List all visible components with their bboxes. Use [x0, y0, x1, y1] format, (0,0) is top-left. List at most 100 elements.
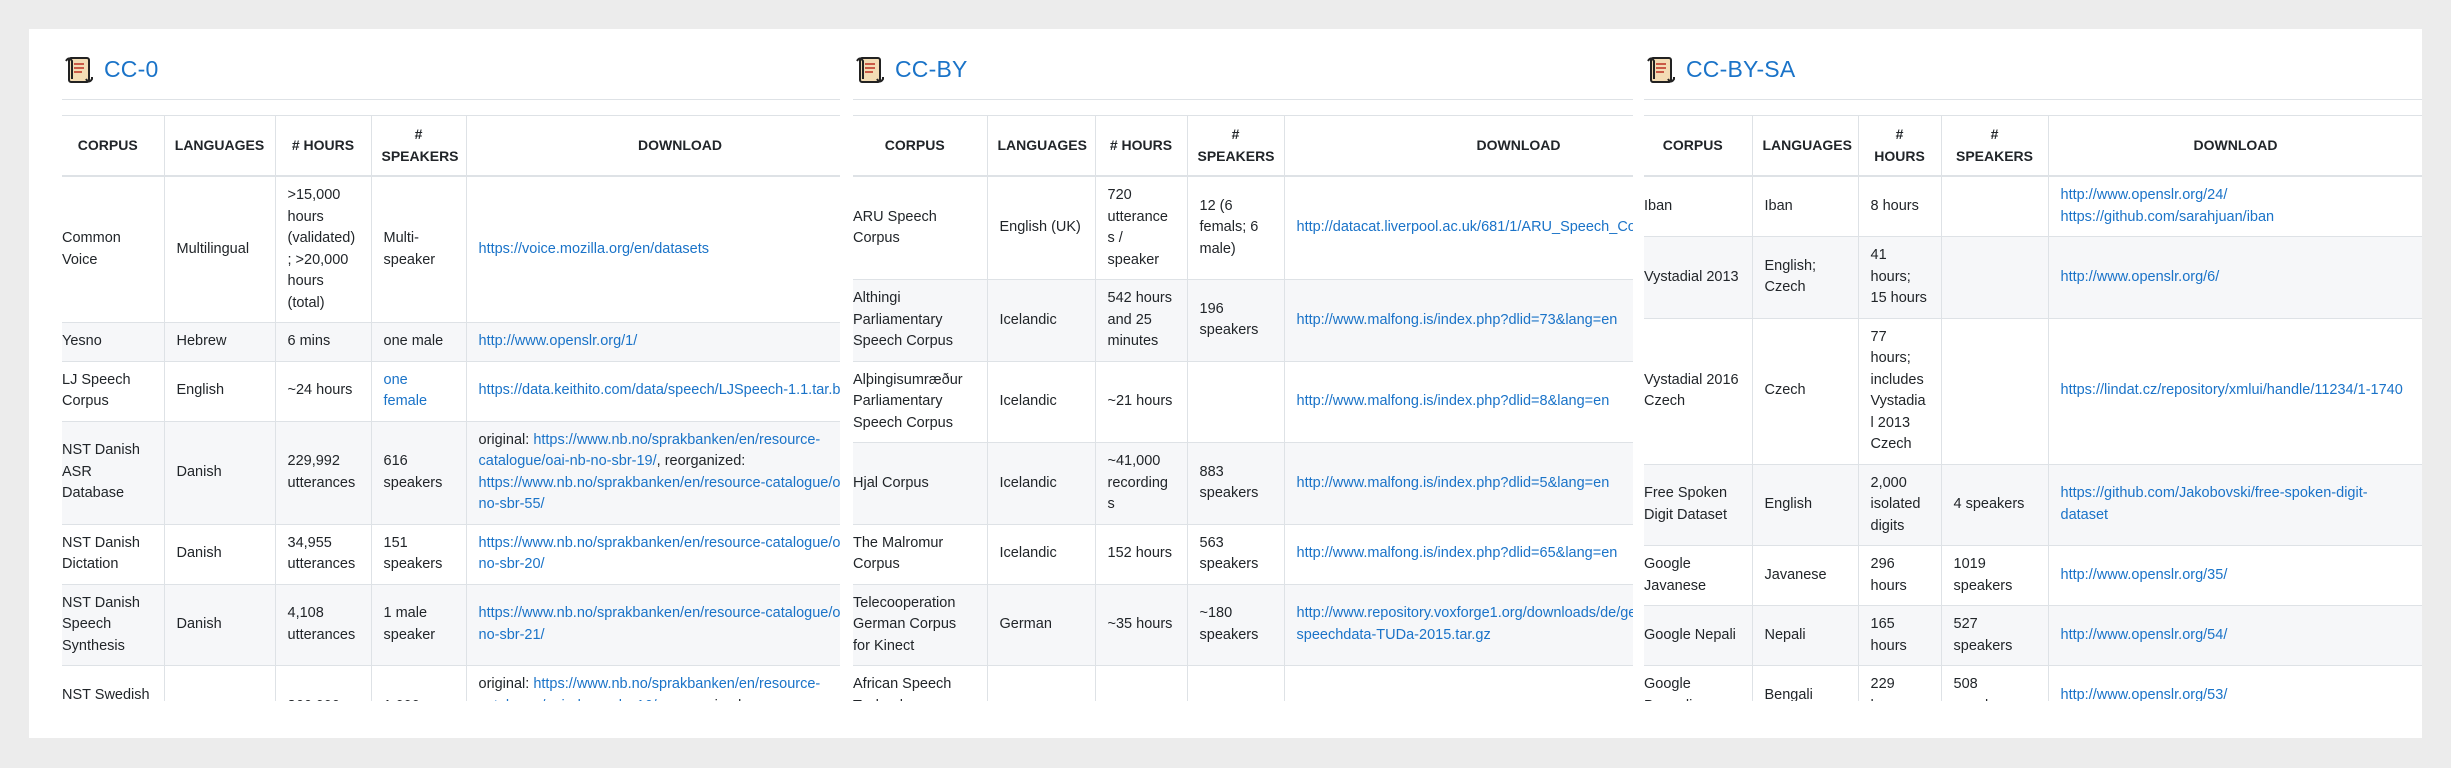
cell-languages: Hebrew — [163, 322, 276, 362]
download-link[interactable]: http://www.openslr.org/6/ — [2061, 269, 2220, 285]
panel-header: CC-0 — [62, 46, 840, 100]
cell-download: original: https://www.nb.no/sprakbanken/… — [465, 420, 841, 525]
download-link[interactable]: https://www.nb.no/sprakbanken/en/resourc… — [479, 535, 841, 573]
panel-title-link[interactable]: CC-0 — [104, 56, 158, 83]
column-header: LANGUAGES — [1751, 115, 1859, 177]
cell-speakers — [1186, 360, 1285, 443]
table-row: LJ Speech Corpus English ~24 hours one fema… — [62, 360, 841, 422]
download-link[interactable]: http://www.openslr.org/1/ — [479, 333, 638, 349]
cell-languages: English; Czech — [1751, 236, 1859, 319]
column-header: # HOURS — [1094, 115, 1188, 177]
download-link[interactable]: http://www.malfong.is/index.php?dlid=65&… — [1297, 543, 1634, 565]
download-link[interactable]: http://www.openslr.org/24/ — [2061, 185, 2411, 207]
panel-cc0: CC-0 CORPUS LANGUAGES # HOURS # SPEAKERS DOW… — [62, 29, 840, 701]
cell-hours: 366,000 utterances — [274, 665, 372, 701]
download-link[interactable]: https://lindat.cz/repository/xmlui/handl… — [2061, 382, 2403, 398]
cell-speakers: 1 male speaker — [370, 583, 467, 666]
cell-hours: 6 mins — [274, 322, 372, 362]
download-link[interactable]: http://www.malfong.is/index.php?dlid=8&l… — [1297, 391, 1634, 413]
download-link[interactable]: https://github.com/Jakobovski/free-spoke… — [2061, 485, 2368, 523]
table-row: ARU Speech Corpus English (UK) 720 utteran… — [853, 175, 1634, 280]
cell-languages: Danish — [163, 583, 276, 666]
download-link[interactable]: https://data.keithito.com/data/speech/LJ… — [479, 382, 841, 398]
cell-download: http://www.openslr.org/35/ — [2047, 545, 2422, 606]
download-link[interactable]: http://www.openslr.org/53/ — [2061, 687, 2228, 701]
cell-hours: ~21 hours — [1094, 665, 1188, 701]
cell-download: https://www.nb.no/sprakbanken/en/resourc… — [465, 523, 841, 585]
download-link[interactable]: http://www.malfong.is/index.php?dlid=5&l… — [1297, 473, 1634, 495]
cell-hours: 165 hours — [1857, 605, 1942, 666]
cell-languages: Icelandic — [986, 360, 1096, 443]
panel-title-link[interactable]: CC-BY-SA — [1686, 56, 1795, 83]
download-link[interactable]: https://www.nb.no/sprakbanken/en/resourc… — [479, 605, 841, 643]
cell-speakers: one male — [370, 322, 467, 362]
table-row: Iban Iban 8 hours http://www.openslr.org/24… — [1644, 175, 2422, 237]
panel-title-link[interactable]: CC-BY — [895, 56, 968, 83]
cell-languages: English (UK) — [986, 175, 1096, 280]
cell-download: http://www.openslr.org/1/ — [465, 322, 840, 362]
download-link[interactable]: http://www.openslr.org/54/ — [2061, 627, 2228, 643]
table-row: Yesno Hebrew 6 mins one male http://www.open… — [62, 322, 840, 362]
download-label: , reorganized: — [657, 698, 746, 702]
download-link[interactable]: https://voice.mozilla.org/en/datasets — [479, 241, 710, 257]
cell-hours: ~21 hours — [1094, 360, 1188, 443]
cell-speakers: 1,000 speakers — [370, 665, 467, 701]
cell-corpus: ARU Speech Corpus — [853, 175, 988, 280]
panel-ccbysa: CC-BY-SA CORPUS LANGUAGES # HOURS # SPEAKER… — [1644, 29, 2422, 701]
cell-hours: 152 hours — [1094, 523, 1188, 585]
column-header: # SPEAKERS — [1186, 115, 1285, 177]
cell-languages: Swedish — [163, 665, 276, 701]
cell-corpus: Yesno — [62, 322, 165, 362]
cell-corpus: Iban — [1644, 175, 1753, 237]
cell-hours: 34,955 utterances — [274, 523, 372, 585]
license-table: CORPUS LANGUAGES # HOURS # SPEAKERS DOWNLOAD… — [853, 115, 1633, 701]
cell-languages: Multilingual — [163, 175, 276, 323]
cell-languages: English — [986, 665, 1096, 701]
cell-corpus: Common Voice — [62, 175, 165, 323]
table-row: African Speech Technology English-Englis… — [853, 665, 1633, 701]
cell-speakers: 4 speakers — [1940, 463, 2049, 546]
column-header: CORPUS — [62, 115, 165, 177]
cell-download: https://lindat.cz/repository/xmlui/handl… — [2047, 317, 2422, 465]
table-row: Telecooperation German Corpus for Kinect… — [853, 583, 1634, 666]
download-label: , reorganized: — [656, 453, 746, 469]
download-link[interactable]: http://www.repository.voxforge1.org/down… — [1297, 605, 1634, 643]
panel-ccby: CC-BY CORPUS LANGUAGES # HOURS # SPEAKERS DO… — [853, 29, 1633, 701]
download-label: original: — [478, 676, 534, 692]
cell-corpus: NST Swedish ASR Database — [62, 665, 165, 701]
cell-hours: 296 hours — [1857, 545, 1942, 606]
cell-download: http://www.openslr.org/6/ — [2047, 236, 2422, 319]
cell-download: http://www.malfong.is/index.php?dlid=8&l… — [1283, 360, 1634, 443]
cell-languages: Icelandic — [986, 279, 1096, 362]
download-link[interactable]: http://www.malfong.is/index.php?dlid=73&… — [1297, 310, 1634, 332]
download-link[interactable]: https://www.nb.no/sprakbanken/en/resourc… — [479, 475, 841, 513]
cell-speakers — [1186, 665, 1285, 701]
table-row: Free Spoken Digit Dataset English 2,000 is… — [1644, 463, 2422, 546]
table-row: Google Javanese Javanese 296 hours 1019 spe… — [1644, 545, 2422, 606]
cell-corpus: Althingi Parliamentary Speech Corpus — [853, 279, 988, 362]
table-header-row: CORPUS LANGUAGES # HOURS # SPEAKERS DOWNLOAD — [853, 115, 1633, 177]
cell-languages: Czech — [1751, 317, 1859, 465]
download-link[interactable]: https://github.com/sarahjuan/iban — [2061, 207, 2411, 229]
column-header: DOWNLOAD — [1283, 115, 1633, 177]
cell-download: http://www.openslr.org/53/ — [2047, 665, 2422, 701]
scroll-icon — [856, 56, 884, 83]
cell-speakers — [1940, 175, 2049, 237]
table-row: Alþingisumræður Parliamentary Speech Cor… — [853, 360, 1634, 443]
column-header: CORPUS — [1644, 115, 1753, 177]
cell-languages: Javanese — [1751, 545, 1859, 606]
cell-speakers: 616 speakers — [370, 420, 467, 525]
cell-languages: English — [1751, 463, 1859, 546]
column-header: LANGUAGES — [986, 115, 1096, 177]
download-link[interactable]: http://www.openslr.org/35/ — [2061, 567, 2228, 583]
table-row: The Malromur Corpus Icelandic 152 hours 563… — [853, 523, 1634, 585]
column-header: DOWNLOAD — [2047, 115, 2422, 177]
cell-languages: Nepali — [1751, 605, 1859, 666]
cell-speakers: 563 speakers — [1186, 523, 1285, 585]
download-link[interactable]: http://datacat.liverpool.ac.uk/681/1/ARU… — [1297, 217, 1634, 239]
cell-download: http://www.malfong.is/index.php?dlid=5&l… — [1283, 442, 1634, 525]
cell-corpus: The Malromur Corpus — [853, 523, 988, 585]
cell-languages: German — [986, 583, 1096, 666]
speakers-link[interactable]: one female — [384, 372, 428, 410]
table-row: Common Voice Multilingual >15,000 hours (v… — [62, 175, 840, 323]
